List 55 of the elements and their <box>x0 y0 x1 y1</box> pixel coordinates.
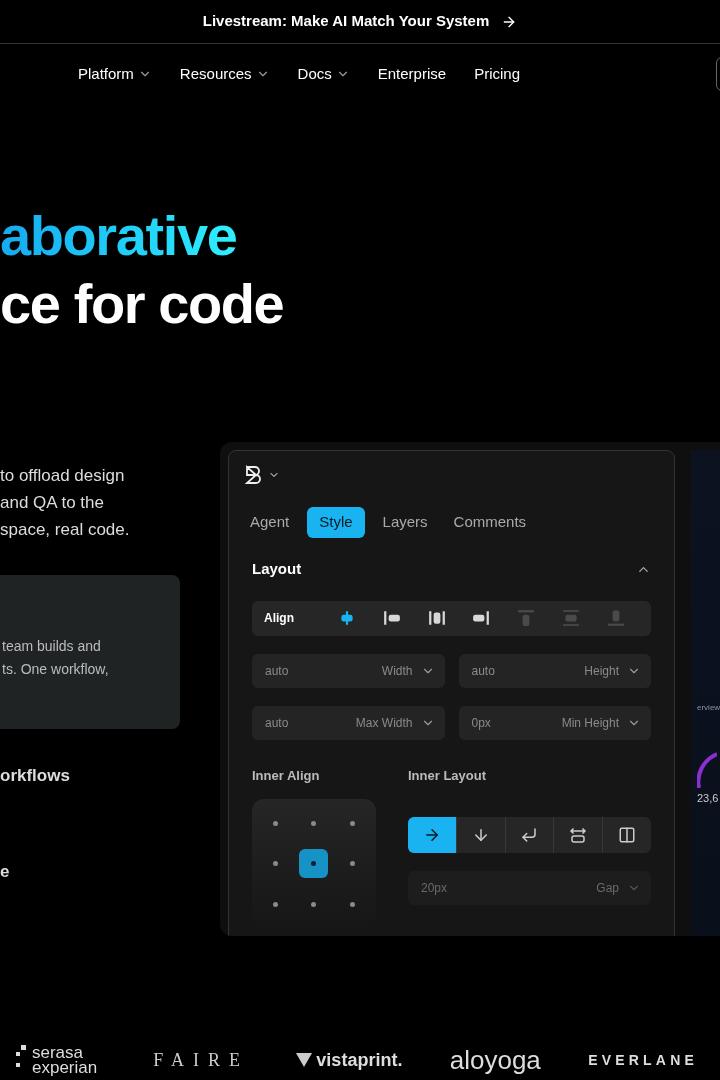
align-option-icon <box>427 609 446 627</box>
serasa-logo: serasa experian <box>16 1045 106 1075</box>
align-option-icon <box>562 609 581 627</box>
return-arrow-icon <box>520 826 539 844</box>
dropdown-field[interactable]: auto Width <box>252 653 445 688</box>
field-label: Height <box>584 662 619 680</box>
logo-icon <box>244 465 264 485</box>
align-cell[interactable] <box>299 849 329 879</box>
inner-layout-label: Inner Layout <box>408 766 487 785</box>
align-option-icon <box>338 609 356 627</box>
field-value: 20px <box>421 880 448 897</box>
field-label: Gap <box>596 880 619 897</box>
vistaprint-logo: vistaprint. <box>296 1046 403 1074</box>
align-option-icon <box>472 609 491 627</box>
pixel-squares-icon <box>16 1045 28 1069</box>
banner-link[interactable]: Livestream: Make AI Match Your System <box>202 10 490 33</box>
field-label: Min Height <box>561 714 619 732</box>
headline-line: ce for code <box>0 271 285 337</box>
field-value: auto <box>265 714 289 732</box>
section-title: Layout <box>252 559 302 579</box>
preview-heading: erview <box>697 702 720 714</box>
align-option-icon <box>606 609 625 627</box>
double-arrow-icon <box>569 826 588 844</box>
align-option-icon <box>382 609 401 627</box>
feature-title: orkflows <box>0 765 71 787</box>
nav-link[interactable]: Pricing <box>474 62 520 86</box>
faire-logo: FAIRE <box>153 1048 249 1072</box>
layout-option[interactable] <box>408 817 456 853</box>
columns-icon <box>618 826 637 844</box>
triangle-icon <box>296 1053 313 1067</box>
panel-tab[interactable]: Agent <box>242 507 298 538</box>
field-value: 0px <box>471 714 491 732</box>
panel-tab[interactable]: Layers <box>374 507 436 538</box>
feature-title: e <box>0 860 11 883</box>
nav-link[interactable]: Docs <box>297 62 350 86</box>
align-label: Align <box>264 610 295 627</box>
field-label: Width <box>381 662 413 680</box>
everlane-logo: EVERLANE <box>588 1050 698 1070</box>
align-option-icon <box>517 609 536 627</box>
nav-link[interactable]: Resources <box>179 62 270 86</box>
field-label: Max Width <box>355 714 413 732</box>
alo-yoga-logo: aloyoga <box>449 1043 541 1077</box>
field-value: auto <box>265 662 289 680</box>
field-value: auto <box>471 662 495 680</box>
panel-tab[interactable]: Comments <box>445 507 535 538</box>
dropdown-field[interactable]: auto Height <box>458 653 651 688</box>
nav-link[interactable]: Platform <box>78 62 152 86</box>
metric-value: 23,6 <box>697 791 720 806</box>
nav-link[interactable]: Enterprise <box>377 62 447 86</box>
inner-align-label: Inner Align <box>252 766 321 785</box>
dropdown-field[interactable]: 0px Min Height <box>458 705 651 740</box>
intro-paragraph: to offload design and QA to the space, real code. <box>0 465 131 541</box>
dropdown-field[interactable]: auto Max Width <box>252 705 445 740</box>
card-text: team builds and ts. One workflow, <box>1 637 109 679</box>
panel-tab[interactable]: Style <box>307 507 365 538</box>
